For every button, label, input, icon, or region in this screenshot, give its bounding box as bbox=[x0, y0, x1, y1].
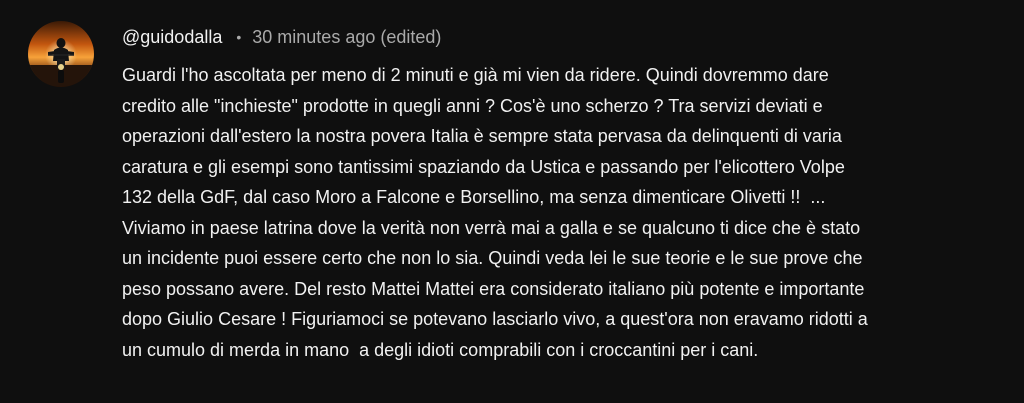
comment-line: 132 della GdF, dal caso Moro a Falcone e… bbox=[122, 187, 826, 207]
author-name[interactable]: @guidodalla bbox=[122, 27, 222, 48]
comment-text: Guardi l'ho ascoltata per meno di 2 minu… bbox=[122, 60, 1022, 365]
comment-line: un cumulo di merda in mano a degli idiot… bbox=[122, 339, 759, 360]
comment-line: un incidente puoi essere certo che non l… bbox=[122, 248, 863, 268]
separator-dot: • bbox=[236, 29, 242, 45]
comment-line: Guardi l'ho ascoltata per meno di 2 minu… bbox=[122, 65, 829, 85]
comment-line: dopo Giulio Cesare ! Figuriamoci se pote… bbox=[122, 309, 868, 329]
comment-line: peso possano avere. Del resto Mattei Mat… bbox=[122, 278, 865, 299]
comment-header: @guidodalla • 30 minutes ago (edited) bbox=[122, 22, 441, 52]
comment-thread: @guidodalla • 30 minutes ago (edited) Gu… bbox=[0, 0, 1024, 403]
comment-line: caratura e gli esempi sono tantissimi sp… bbox=[122, 156, 845, 177]
timestamp-link[interactable]: 30 minutes ago (edited) bbox=[252, 27, 441, 48]
motorcycle-rider-icon bbox=[28, 21, 94, 87]
comment-line: operazioni dall'estero la nostra povera … bbox=[122, 126, 842, 146]
comment-line: Viviamo in paese latrina dove la verità … bbox=[122, 217, 861, 238]
avatar[interactable] bbox=[28, 21, 94, 87]
comment-line: credito alle "inchieste" prodotte in que… bbox=[122, 95, 823, 116]
